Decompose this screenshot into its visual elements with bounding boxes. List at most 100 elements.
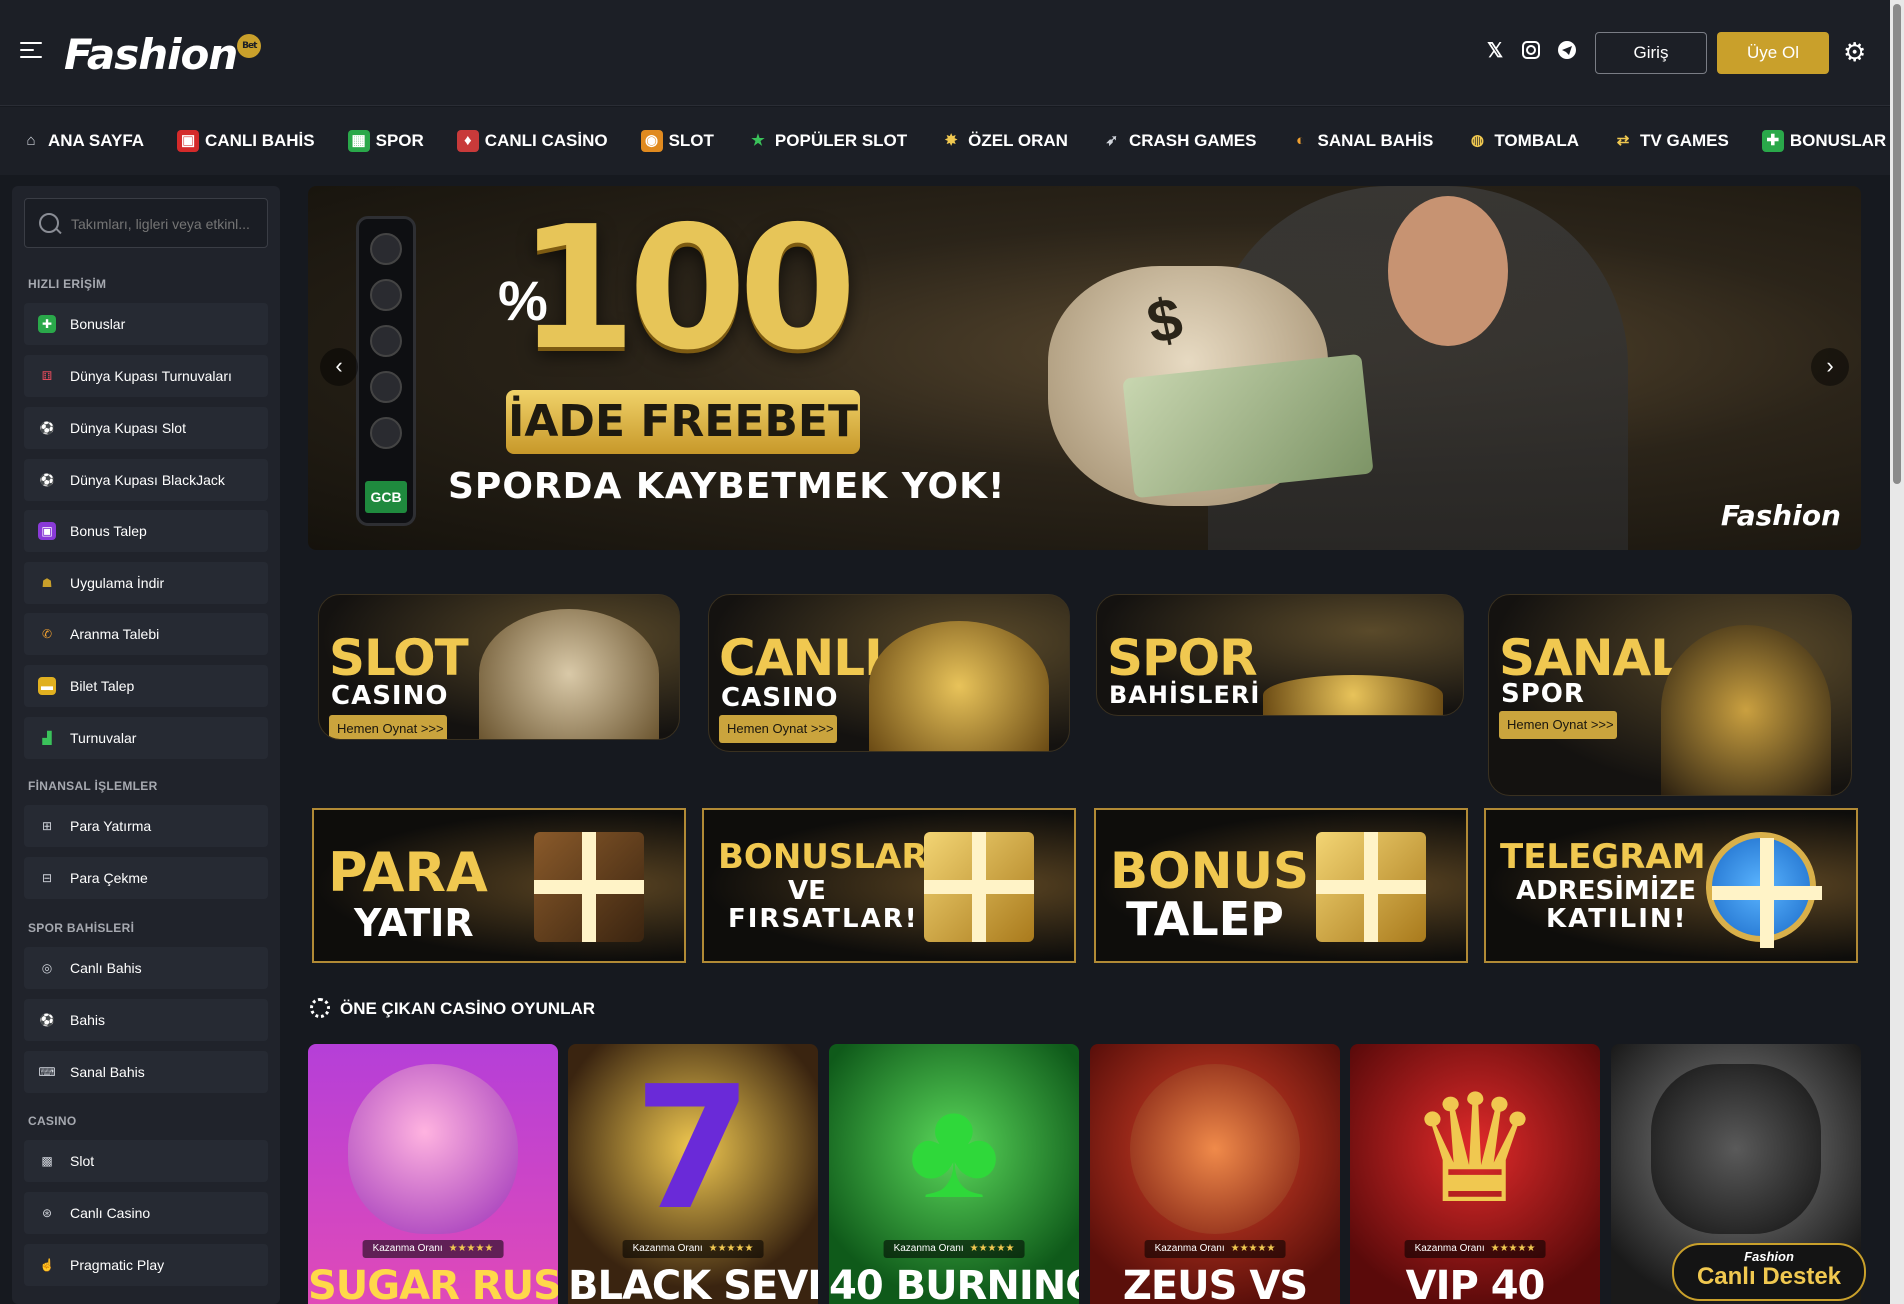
sidebar-item-virtual-bet[interactable]: ⌨ Sanal Bahis bbox=[24, 1051, 268, 1093]
sidebar-item-bet[interactable]: ⚽ Bahis bbox=[24, 999, 268, 1041]
virtual-icon: ◐ bbox=[1295, 132, 1306, 149]
nav-item-virtual-bet[interactable]: ◐ SANAL BAHİS bbox=[1289, 130, 1433, 152]
sidebar-item-world-cup-tournaments[interactable]: ⚅ Dünya Kupası Turnuvaları bbox=[24, 355, 268, 397]
sidebar-item-tournaments[interactable]: ▟ Turnuvalar bbox=[24, 717, 268, 759]
sidebar-item-app-download[interactable]: ☗ Uygulama İndir bbox=[24, 562, 268, 604]
sidebar-item-world-cup-slot[interactable]: ⚽ Dünya Kupası Slot bbox=[24, 407, 268, 449]
nav-item-home[interactable]: ⌂ ANA SAYFA bbox=[20, 130, 144, 152]
sidebar-item-ticket-request[interactable]: ▬ Bilet Talep bbox=[24, 665, 268, 707]
sidebar-item-withdraw[interactable]: ⊟ Para Çekme bbox=[24, 857, 268, 899]
star-icon: ★ bbox=[751, 132, 765, 149]
game-card-40-burning[interactable]: ♣ Kazanma Oranı ★★★★★ 40 BURNING bbox=[829, 1044, 1079, 1304]
x-icon[interactable]: 𝕏 bbox=[1484, 40, 1506, 62]
category-title: SLOT bbox=[329, 629, 469, 687]
gift-icon: ✚ bbox=[38, 315, 56, 333]
wallet-image bbox=[534, 832, 644, 942]
nav-item-live-bet[interactable]: ▣ CANLI BAHİS bbox=[177, 130, 315, 152]
gear-icon[interactable]: ⚙ bbox=[1843, 39, 1867, 65]
section-sports: SPOR BAHİSLERİ bbox=[28, 921, 135, 935]
sport-icon: ▦ bbox=[347, 130, 370, 152]
search-box[interactable] bbox=[24, 198, 268, 248]
game-art bbox=[348, 1064, 518, 1234]
sidebar-item-slot[interactable]: ▩ Slot bbox=[24, 1140, 268, 1182]
promo-bonuses[interactable]: BONUSLAR VE FIRSATLAR! bbox=[702, 808, 1076, 963]
promo-deposit[interactable]: PARA YATIR bbox=[312, 808, 686, 963]
site-logo[interactable]: Fashion Bet bbox=[64, 30, 262, 79]
search-input[interactable] bbox=[71, 213, 261, 235]
sidebar-item-call-request[interactable]: ✆ Aranma Talebi bbox=[24, 613, 268, 655]
sidebar-item-world-cup-blackjack[interactable]: ⚽ Dünya Kupası BlackJack bbox=[24, 459, 268, 501]
rocket-icon: ➶ bbox=[1105, 132, 1119, 149]
casino-chip-icon bbox=[310, 998, 330, 1018]
game-card-vip-40[interactable]: ♛ Kazanma Oranı ★★★★★ VIP 40 bbox=[1350, 1044, 1600, 1304]
crown-icon: ♛ bbox=[1407, 1065, 1543, 1233]
cards-icon: ♦ bbox=[456, 130, 479, 152]
section-title-featured-games: ÖNE ÇIKAN CASİNO OYUNLAR bbox=[340, 999, 596, 1018]
chevron-left-icon[interactable]: ‹ bbox=[320, 348, 358, 386]
promo-telegram[interactable]: TELEGRAM ADRESİMİZE KATILIN! bbox=[1484, 808, 1858, 963]
home-icon: ⌂ bbox=[26, 132, 36, 149]
promo-subtitle-2: FIRSATLAR! bbox=[728, 904, 919, 934]
category-card-sports-betting[interactable]: SPOR BAHİSLERİ bbox=[1096, 594, 1464, 716]
phone-graphic: GCB bbox=[356, 216, 416, 526]
category-card-live-casino[interactable]: CANLI CASINO Hemen Oynat >>> bbox=[708, 594, 1070, 752]
game-card-sugar-rush[interactable]: Kazanma Oranı★★★★★ SUGAR RUSH bbox=[308, 1044, 558, 1304]
chevron-right-icon[interactable]: › bbox=[1811, 348, 1849, 386]
menu-icon[interactable] bbox=[20, 42, 42, 60]
instagram-icon[interactable] bbox=[1520, 40, 1542, 62]
game-art bbox=[1651, 1064, 1821, 1234]
sidebar-item-deposit[interactable]: ⊞ Para Yatırma bbox=[24, 805, 268, 847]
register-button[interactable]: Üye Ol bbox=[1717, 32, 1829, 74]
live-icon: ◎ bbox=[41, 961, 53, 975]
gift-box-image bbox=[1316, 832, 1426, 942]
win-rate-badge: Kazanma Oranı ★★★★★ bbox=[622, 1240, 764, 1258]
ticket-icon: ▬ bbox=[38, 677, 56, 695]
game-title: ZEUS VS bbox=[1122, 1263, 1308, 1304]
nav-item-special-odds[interactable]: ✸ ÖZEL ORAN bbox=[940, 130, 1068, 152]
category-card-slot-casino[interactable]: SLOT CASINO Hemen Oynat >>> bbox=[318, 594, 680, 740]
sidebar-item-live-bet[interactable]: ◎ Canlı Bahis bbox=[24, 947, 268, 989]
sidebar-item-bonuses[interactable]: ✚ Bonuslar bbox=[24, 303, 268, 345]
game-title: VIP 40 bbox=[1405, 1263, 1546, 1304]
promo-title: BONUSLAR bbox=[718, 837, 928, 877]
podium-icon: ▟ bbox=[42, 731, 52, 745]
promo-bonus-request[interactable]: BONUS TALEP bbox=[1094, 808, 1468, 963]
dice-icon: ⚅ bbox=[41, 369, 53, 383]
category-title: CANLI bbox=[719, 629, 883, 687]
nav-item-popular-slot[interactable]: ★ POPÜLER SLOT bbox=[747, 130, 907, 152]
nav-item-sport[interactable]: ▦ SPOR bbox=[347, 130, 424, 152]
page-scrollbar[interactable] bbox=[1890, 0, 1904, 1304]
category-title: SANAL bbox=[1499, 629, 1682, 687]
nav-item-live-casino[interactable]: ♦ CANLI CASİNO bbox=[456, 130, 608, 152]
category-card-virtual-sports[interactable]: SANAL SPOR Hemen Oynat >>> bbox=[1488, 594, 1852, 796]
nav-item-bingo[interactable]: ◍ TOMBALA bbox=[1466, 130, 1579, 152]
promo-subtitle: ADRESİMİZE bbox=[1516, 876, 1697, 906]
hero-banner[interactable]: GCB % 100 İADE FREEBET SPORDA KAYBETMEK … bbox=[308, 186, 1861, 550]
category-subtitle: SPOR bbox=[1501, 679, 1585, 709]
top-header: Fashion Bet 𝕏 Giriş Üye Ol ⚙ bbox=[0, 0, 1904, 106]
game-title: SUGAR RUSH bbox=[308, 1263, 558, 1304]
sidebar-item-bonus-request[interactable]: ▣ Bonus Talep bbox=[24, 510, 268, 552]
play-now-button[interactable]: Hemen Oynat >>> bbox=[1499, 711, 1617, 739]
scrollbar-thumb[interactable] bbox=[1893, 4, 1901, 484]
nav-item-tv-games[interactable]: ⇄ TV GAMES bbox=[1612, 130, 1729, 152]
game-card-black-seven[interactable]: 7 Kazanma Oranı★★★★★ BLACK SEVEN bbox=[568, 1044, 818, 1304]
logo-badge: Bet bbox=[237, 34, 262, 58]
nav-item-bonuses[interactable]: ✚ BONUSLAR bbox=[1761, 130, 1886, 152]
android-icon: ☗ bbox=[41, 576, 53, 590]
login-button[interactable]: Giriş bbox=[1595, 32, 1707, 74]
play-now-button[interactable]: Hemen Oynat >>> bbox=[329, 715, 447, 739]
telegram-icon[interactable] bbox=[1556, 40, 1578, 62]
search-icon bbox=[39, 213, 59, 233]
game-card-zeus-vs[interactable]: Kazanma Oranı ★★★★★ ZEUS VS bbox=[1090, 1044, 1340, 1304]
gift-icon: ✚ bbox=[1761, 130, 1784, 152]
live-support-button[interactable]: Fashion Canlı Destek bbox=[1672, 1243, 1866, 1301]
nav-item-crash-games[interactable]: ➶ CRASH GAMES bbox=[1101, 130, 1257, 152]
phone-icon: ✆ bbox=[41, 627, 53, 641]
nav-item-slot[interactable]: ◉ SLOT bbox=[640, 130, 714, 152]
sidebar-item-live-casino[interactable]: ⊛ Canlı Casino bbox=[24, 1192, 268, 1234]
main-nav: ⌂ ANA SAYFA ▣ CANLI BAHİS ▦ SPOR ♦ CANLI CAS… bbox=[0, 107, 1890, 175]
promo-subtitle-2: KATILIN! bbox=[1546, 904, 1688, 934]
play-now-button[interactable]: Hemen Oynat >>> bbox=[719, 715, 837, 743]
sidebar-item-pragmatic-play[interactable]: ☝ Pragmatic Play bbox=[24, 1244, 268, 1286]
